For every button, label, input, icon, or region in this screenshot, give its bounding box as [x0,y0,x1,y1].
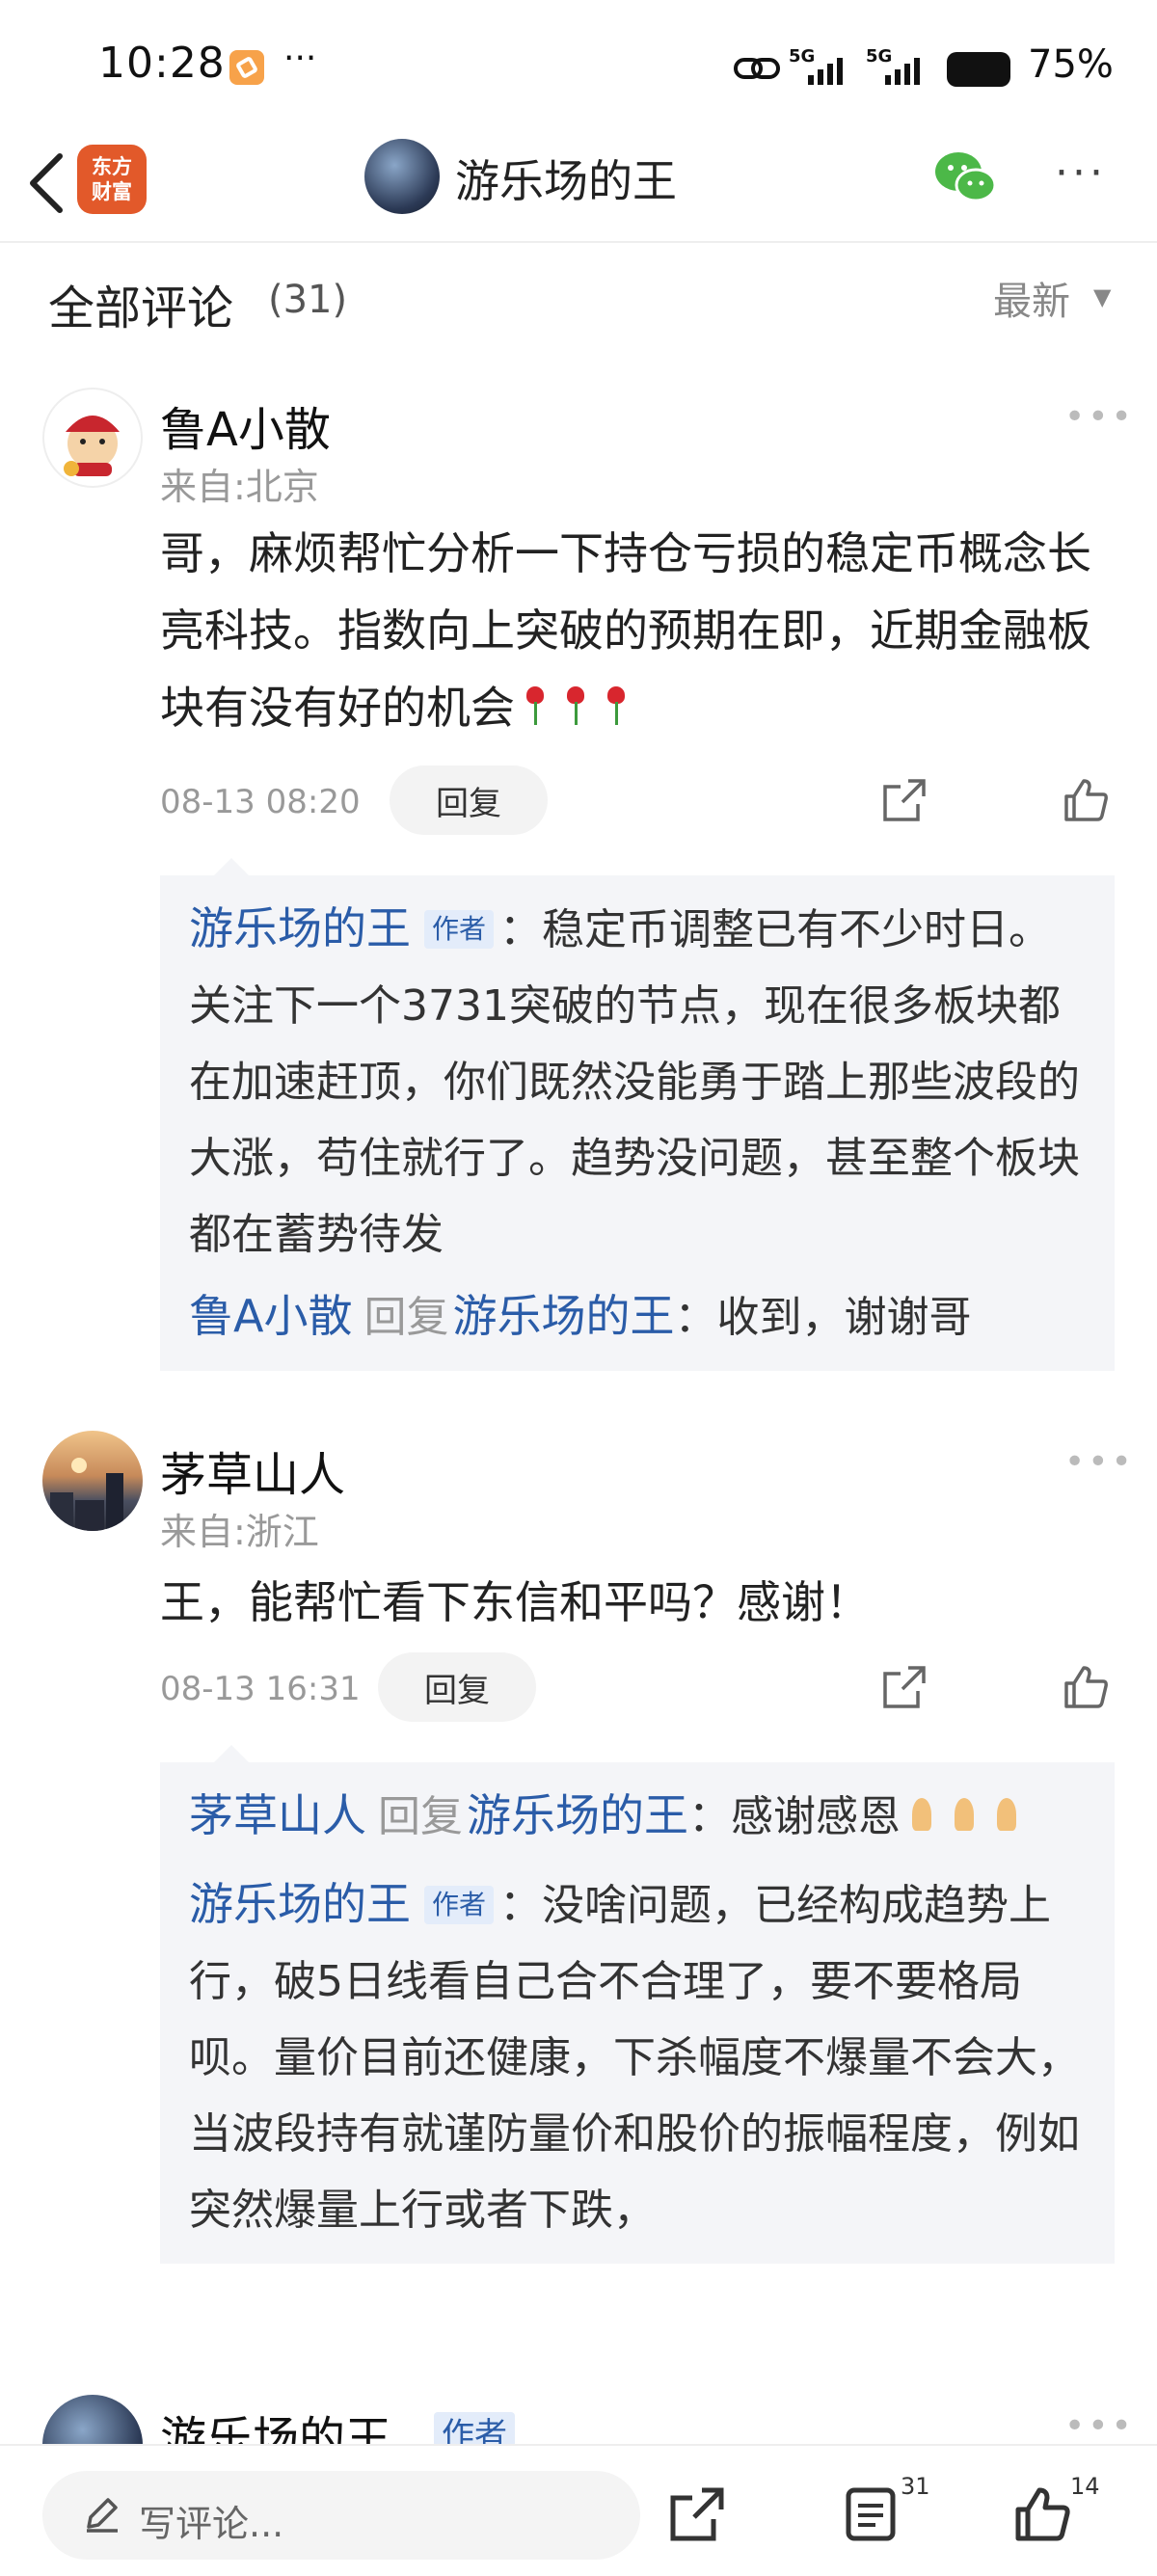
reply-text: ：没啥问题，已经构成趋势上行，破5日线看自己合不合理了，要不要格局呗。量价目前还… [189,1881,1080,2235]
comment-location: 来自:浙江 [160,1511,319,1553]
comment-text: 王，能帮忙看下东信和平吗？感谢！ [160,1576,870,1628]
reply-thread: 茅草山人 回复游乐场的王：感谢感恩 游乐场的王 作者 ：没啥问题，已经构成趋势上行，破… [160,1745,1115,2264]
reply-text: ：感谢感恩 [688,1792,901,1841]
comment-text: 哥，麻烦帮忙分析一下持仓亏损的稳定币概念长亮科技。指数向上突破的预期在即，近期金… [160,527,1091,734]
logo-line-2: 财富 [92,180,132,203]
top-nav-bar: 东方 财富 游乐场的王 ··· [0,125,1157,243]
author-avatar[interactable] [364,139,440,214]
logo-line-1: 东方 [92,155,132,178]
reply-item: 茅草山人 回复游乐场的王：感谢感恩 [189,1778,1086,1855]
comments-count-badge: 31 [901,2473,930,2500]
reply-verb: 回复 [378,1792,463,1841]
share-icon[interactable] [879,775,929,825]
comment-more-icon[interactable]: ••• [1064,1442,1135,1482]
pray-icon [904,1796,939,1835]
reply-item: 游乐场的王 作者 ：稳定币调整已有不少时日。关注下一个3731突破的节点，现在很多板… [189,891,1086,1273]
reply-text: ：稳定币调整已有不少时日。关注下一个3731突破的节点，现在很多板块都在加速赶顶… [189,905,1080,1259]
reply-thread-pointer [214,858,249,875]
user-avatar[interactable] [42,1431,143,1531]
reply-button[interactable]: 回复 [378,1652,536,1722]
reply-item: 鲁A小散 回复游乐场的王：收到，谢谢哥 [189,1278,1086,1355]
mascot-avatar-icon [64,416,120,476]
reply-thread: 游乐场的王 作者 ：稳定币调整已有不少时日。关注下一个3731突破的节点，现在很多板… [160,858,1115,1371]
reply-verb: 回复 [363,1293,449,1342]
reply-item: 游乐场的王 作者 ：没啥问题，已经构成趋势上行，破5日线看自己合不合理了，要不要格局… [189,1866,1086,2248]
reply-author[interactable]: 游乐场的王 [189,902,411,954]
back-arrow-icon[interactable] [21,145,79,222]
rose-icon [521,684,550,727]
likes-count-badge: 14 [1070,2473,1100,2500]
comment-more-icon[interactable]: ••• [1064,2406,1135,2444]
sunset-avatar-icon [50,1458,123,1531]
comment-time: 08-13 08:20 [160,783,361,821]
wechat-share-icon[interactable] [931,147,999,208]
signal-icon-2 [885,58,920,85]
pencil-icon [87,2498,118,2533]
comment-author[interactable]: 茅草山人 [160,1436,345,1504]
sort-dropdown[interactable]: 最新 [993,270,1070,326]
signal-icon-1 [808,58,843,85]
comment-item: 鲁A小散 来自:北京 ••• 哥，麻烦帮忙分析一下持仓亏损的稳定币概念长亮科技。… [0,357,1157,1388]
more-menu-icon[interactable]: ··· [1055,148,1107,198]
comment-time: 08-13 16:31 [160,1670,361,1708]
battery-icon [947,52,1010,87]
comment-item: 茅草山人 来自:浙江 ••• 王，能帮忙看下东信和平吗？感谢！ 08-13 16… [0,1417,1157,2352]
like-icon[interactable] [1012,2484,1072,2544]
comment-more-icon[interactable]: ••• [1064,397,1135,437]
share-icon[interactable] [667,2484,727,2544]
reply-author[interactable]: 鲁A小散 [189,1290,352,1342]
app-notification-icon [229,50,264,85]
user-avatar[interactable] [42,2395,143,2444]
page-title[interactable]: 游乐场的王 [455,147,677,210]
battery-level: 75% [1028,42,1114,87]
author-badge: 作者 [424,910,495,949]
status-time: 10:28 [98,39,226,88]
rose-icon [561,684,590,727]
comment-author[interactable]: 游乐场的王 [160,2401,391,2444]
pray-icon [947,1796,982,1835]
link-icon [734,58,780,79]
reply-target[interactable]: 游乐场的王 [467,1789,688,1841]
app-logo[interactable]: 东方 财富 [77,145,147,214]
author-badge: 作者 [434,2412,515,2444]
comment-location: 来自:北京 [160,466,319,508]
write-comment-placeholder: 写评论... [139,2503,284,2545]
user-avatar[interactable] [42,388,143,488]
caret-down-icon[interactable]: ▼ [1093,283,1111,310]
comment-item: 游乐场的王 作者 ••• [0,2381,1157,2444]
reply-author[interactable]: 茅草山人 [189,1789,366,1841]
pray-icon [989,1796,1024,1835]
comments-title: 全部评论 [48,282,234,335]
reply-text: ：收到，谢谢哥 [674,1293,972,1342]
bottom-action-bar: 写评论... 31 14 [0,2444,1157,2576]
write-comment-input[interactable]: 写评论... [42,2471,640,2560]
share-icon[interactable] [879,1662,929,1712]
reply-target[interactable]: 游乐场的王 [452,1290,674,1342]
comment-author[interactable]: 鲁A小散 [160,391,331,459]
like-icon[interactable] [1061,775,1111,825]
comments-icon[interactable] [843,2484,902,2544]
like-icon[interactable] [1061,1662,1111,1712]
comments-header: 全部评论 (31) 最新 ▼ [0,241,1157,357]
status-bar: 10:28 ··· 5G 5G 75% [0,0,1157,125]
reply-author[interactable]: 游乐场的王 [189,1878,411,1930]
reply-thread-pointer [214,1745,249,1762]
author-badge: 作者 [424,1886,495,1924]
status-more-icon: ··· [283,39,317,78]
rose-icon [602,684,631,727]
comments-count: (31) [268,278,348,322]
reply-button[interactable]: 回复 [390,765,548,835]
